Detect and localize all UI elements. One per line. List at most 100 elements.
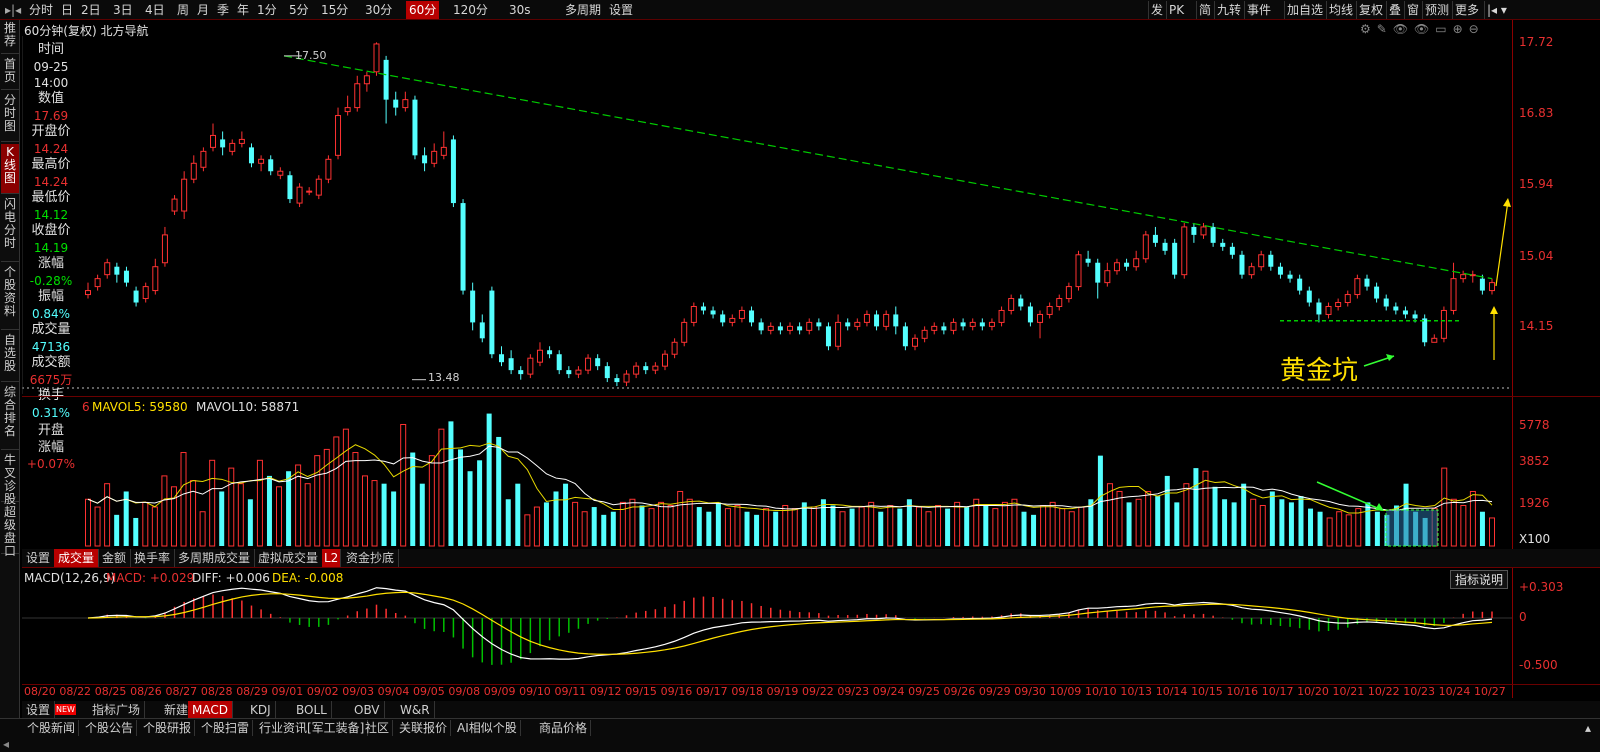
candle-body [575, 369, 582, 375]
toolbar-right-11[interactable]: 更多 [1452, 1, 1481, 19]
volume-tab-7[interactable]: 资金抄底 [342, 549, 400, 567]
footer-expand-icon[interactable]: ▴ [1582, 720, 1594, 736]
playback-icon[interactable]: ▸|◂ [2, 1, 24, 19]
candle-body [1113, 262, 1120, 272]
footer-tab-1[interactable]: 个股公告 [82, 720, 138, 736]
footer-tab-2[interactable]: 个股研报 [140, 720, 196, 736]
volume-tab-5[interactable]: 虚拟成交量 [254, 549, 324, 567]
toolbar-right-0[interactable]: 发 [1148, 1, 1165, 19]
toolbar-right-3[interactable]: 九转 [1214, 1, 1243, 19]
period-8[interactable]: 年 [234, 1, 252, 19]
volume-bar [1355, 508, 1362, 547]
volume-bar [1469, 490, 1476, 547]
period-7[interactable]: 季 [214, 1, 232, 19]
volume-tab-6[interactable]: L2 [322, 549, 342, 567]
candle-body [720, 314, 726, 323]
volume-tab-1[interactable]: 成交量 [54, 549, 100, 567]
volume-chart[interactable] [22, 398, 1512, 548]
macd-chart[interactable] [22, 586, 1512, 684]
chart-tool-icons[interactable]: ⚙✎👁👁▭⊕⊖ [1360, 22, 1485, 36]
toolbar-right-4[interactable]: 事件 [1244, 1, 1273, 19]
sidebar-tab-6[interactable]: 自选股 [1, 332, 19, 382]
period-9[interactable]: 1分 [254, 1, 280, 19]
candle-body [1229, 246, 1235, 255]
dea-value: DEA: -0.008 [272, 571, 344, 585]
period-12[interactable]: 30分 [362, 1, 395, 19]
sidebar-tab-8[interactable]: 牛叉诊股 [1, 452, 19, 506]
period-0[interactable]: 分时 [26, 1, 56, 19]
period-17[interactable]: 设置 [606, 1, 636, 19]
toolbar-right-10[interactable]: 预测 [1422, 1, 1451, 19]
toolbar-right-7[interactable]: 复权 [1356, 1, 1385, 19]
indicator-tab-6[interactable]: OBV [350, 701, 385, 719]
sidebar-tab-4[interactable]: 闪电分时 [1, 196, 19, 262]
toolbar-right-9[interactable]: 窗 [1404, 1, 1421, 19]
period-1[interactable]: 日 [58, 1, 76, 19]
sidebar-tab-3[interactable]: K线图 [1, 144, 19, 194]
toolbar-right-1[interactable]: PK [1166, 1, 1186, 19]
volume-tab-2[interactable]: 金额 [98, 549, 132, 567]
footer-tab-6[interactable]: 关联报价 [396, 720, 452, 736]
sidebar-tab-2[interactable]: 分时图 [1, 92, 19, 142]
volume-bar [629, 498, 636, 547]
candle-body [1085, 258, 1091, 263]
indicator-tab-3[interactable]: MACD [188, 701, 233, 719]
toolbar-right-2[interactable]: 简 [1196, 1, 1213, 19]
indicator-tab-5[interactable]: BOLL [292, 701, 332, 719]
collapse-icon[interactable]: |◂ ▾ [1484, 1, 1509, 19]
period-15[interactable]: 30s [506, 1, 534, 19]
volume-bar [925, 511, 932, 547]
candle-body [729, 317, 736, 323]
volume-tab-0[interactable]: 设置 [22, 549, 56, 567]
period-5[interactable]: 周 [174, 1, 192, 19]
indicator-tab-0[interactable]: 设置 [22, 701, 56, 719]
price-chart[interactable] [22, 36, 1512, 394]
volume-bar [954, 501, 961, 547]
volume-bar [1212, 486, 1218, 546]
footer-tab-7[interactable]: AI相似个股 [454, 720, 521, 736]
period-2[interactable]: 2日 [78, 1, 104, 19]
candle-body [450, 139, 456, 204]
period-3[interactable]: 3日 [110, 1, 136, 19]
sidebar-tab-0[interactable]: 推荐 [1, 20, 19, 54]
sidebar-tab-1[interactable]: 首页 [1, 56, 19, 90]
volume-bar [1241, 483, 1247, 546]
candle-body [921, 329, 928, 339]
period-6[interactable]: 月 [194, 1, 212, 19]
date-label-24: 09/24 [872, 685, 905, 698]
footer-tab-0[interactable]: 个股新闻 [24, 720, 80, 736]
volume-tab-4[interactable]: 多周期成交量 [174, 549, 256, 567]
indicator-tab-2[interactable]: 新建 [142, 701, 194, 719]
indicator-tab-4[interactable]: KDJ [246, 701, 276, 719]
footer-tab-8[interactable]: 商品价格 [536, 720, 592, 736]
volume-tab-3[interactable]: 换手率 [130, 549, 176, 567]
indicator-tab-7[interactable]: W&R [396, 701, 435, 719]
footer-tab-5[interactable]: 社区 [362, 720, 394, 736]
candle-body [825, 326, 831, 347]
period-16[interactable]: 多周期 [562, 1, 604, 19]
volume-bar [400, 423, 407, 547]
sidebar-tab-5[interactable]: 个股资料 [1, 264, 19, 330]
volume-bar [142, 501, 149, 547]
toolbar-right-8[interactable]: 叠 [1386, 1, 1403, 19]
footer-tab-3[interactable]: 个股扫雷 [198, 720, 254, 736]
volume-bar [1059, 508, 1066, 547]
candle-body [749, 310, 755, 323]
date-label-35: 10/17 [1261, 685, 1294, 698]
period-13[interactable]: 60分 [406, 1, 440, 19]
period-10[interactable]: 5分 [286, 1, 312, 19]
candle-body [1056, 298, 1063, 307]
toolbar-right-5[interactable]: 加自选 [1284, 1, 1325, 19]
candle-body [1364, 278, 1370, 287]
sidebar-tab-9[interactable]: 超级盘口 [1, 504, 19, 558]
period-14[interactable]: 120分 [450, 1, 491, 19]
footer-tab-4[interactable]: 行业资讯[军工装备] [256, 720, 369, 736]
candle-body [268, 159, 274, 172]
candle-body [210, 134, 217, 148]
candle-body [104, 262, 111, 276]
toolbar-right-6[interactable]: 均线 [1326, 1, 1355, 19]
period-11[interactable]: 15分 [318, 1, 351, 19]
footer-left-icon[interactable]: ◂ [0, 736, 12, 752]
period-4[interactable]: 4日 [142, 1, 168, 19]
sidebar-tab-7[interactable]: 综合排名 [1, 384, 19, 450]
